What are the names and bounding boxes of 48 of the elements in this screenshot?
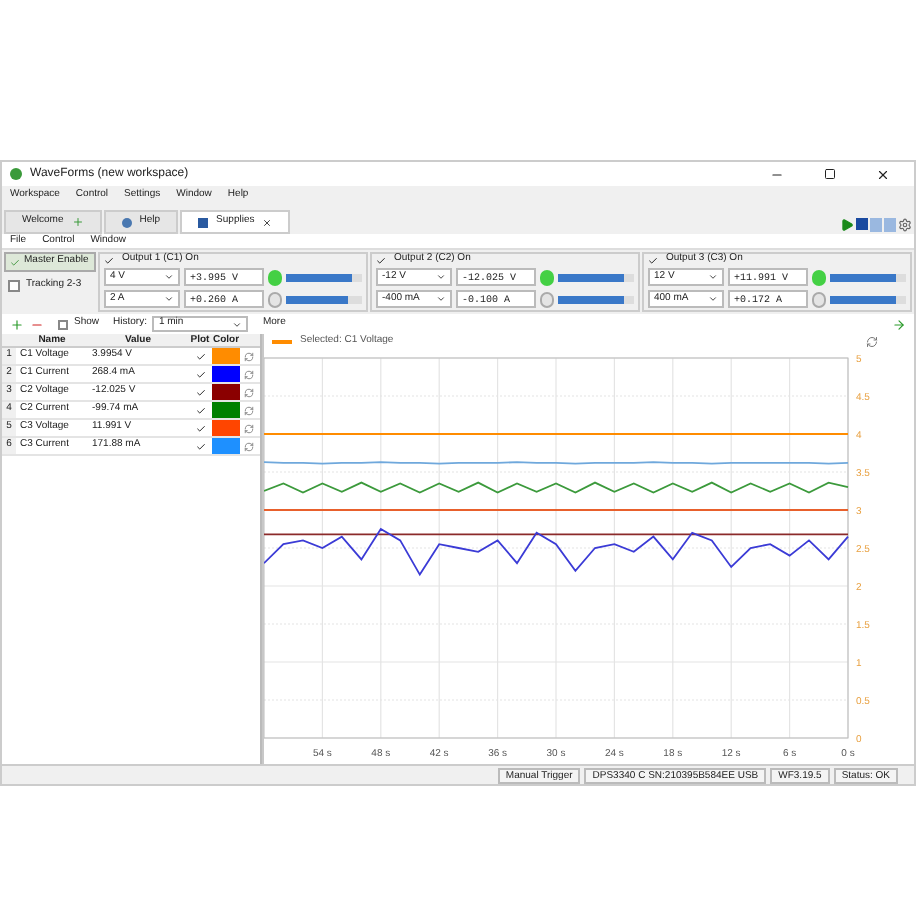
slider[interactable] xyxy=(830,273,906,281)
refresh-icon[interactable] xyxy=(243,369,253,379)
plus-icon xyxy=(71,216,84,228)
maximize-icon[interactable] xyxy=(824,168,836,180)
close-icon[interactable] xyxy=(876,167,890,181)
settings-icon[interactable] xyxy=(898,218,912,232)
caret-icon xyxy=(163,272,174,282)
plot-checkbox-icon[interactable] xyxy=(195,351,205,361)
refresh-icon[interactable] xyxy=(243,387,253,397)
refresh-icon[interactable] xyxy=(866,336,878,348)
caret-icon xyxy=(232,319,243,329)
slider[interactable] xyxy=(286,273,362,281)
caret-icon xyxy=(435,294,446,304)
check-icon xyxy=(10,257,20,267)
caret-icon xyxy=(707,272,718,282)
help-icon xyxy=(121,217,132,227)
refresh-icon[interactable] xyxy=(243,351,253,361)
color-swatch[interactable] xyxy=(212,366,240,382)
app-logo-icon xyxy=(10,168,22,180)
slider[interactable] xyxy=(558,295,635,303)
plot-checkbox-icon[interactable] xyxy=(195,423,205,433)
caret-icon xyxy=(707,294,718,304)
plot-checkbox-icon[interactable] xyxy=(195,405,205,415)
refresh-icon[interactable] xyxy=(243,441,253,451)
color-swatch[interactable] xyxy=(212,348,240,364)
color-swatch[interactable] xyxy=(212,438,240,454)
checkbox-tick-icon[interactable] xyxy=(104,255,114,265)
arrow-icon[interactable] xyxy=(892,317,906,331)
color-swatch[interactable] xyxy=(212,402,240,418)
slider[interactable] xyxy=(830,295,907,303)
plot-checkbox-icon[interactable] xyxy=(195,369,205,379)
slider[interactable] xyxy=(558,273,634,281)
checkbox-tick-icon[interactable] xyxy=(648,255,658,265)
checkbox[interactable] xyxy=(8,280,20,292)
supplies-icon xyxy=(198,217,209,227)
add-icon[interactable] xyxy=(10,317,24,331)
refresh-icon[interactable] xyxy=(243,405,253,415)
checkbox-tick-icon[interactable] xyxy=(376,255,386,265)
plot-checkbox-icon[interactable] xyxy=(195,387,205,397)
run-icon[interactable] xyxy=(840,218,854,232)
slider[interactable] xyxy=(286,295,363,303)
checkbox[interactable] xyxy=(58,319,68,329)
color-swatch[interactable] xyxy=(212,384,240,400)
refresh-icon[interactable] xyxy=(243,423,253,433)
caret-icon xyxy=(435,272,446,282)
caret-icon xyxy=(163,294,174,304)
color-swatch[interactable] xyxy=(212,420,240,436)
plot-checkbox-icon[interactable] xyxy=(195,441,205,451)
